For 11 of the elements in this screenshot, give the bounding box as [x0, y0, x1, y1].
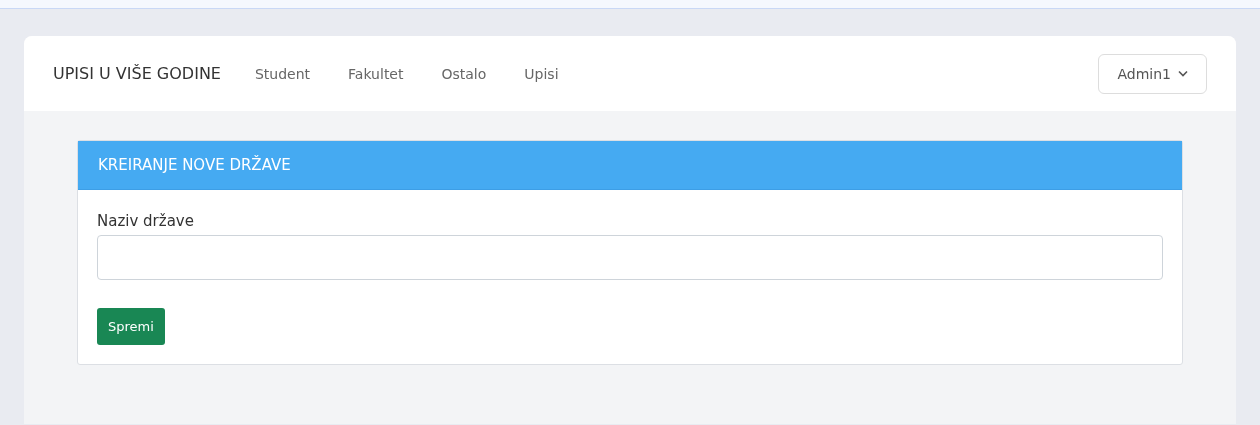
nav-link[interactable]: Upisi [524, 65, 559, 82]
nav-link[interactable]: Student [254, 65, 311, 82]
user-menu-button[interactable]: Admin1 [1098, 53, 1207, 94]
brand-title: UPISI U VIŠE GODINE [53, 64, 221, 83]
save-button[interactable]: Spremi [97, 308, 165, 345]
card-header: KREIRANJE NOVE DRŽAVE [78, 141, 1182, 190]
input-field[interactable] [97, 235, 1163, 280]
nav-link[interactable]: Fakultet [348, 65, 404, 82]
chevron-down-icon [1178, 70, 1188, 77]
nav-link[interactable]: Ostalo [441, 65, 487, 82]
field-label: Naziv države [97, 212, 195, 230]
